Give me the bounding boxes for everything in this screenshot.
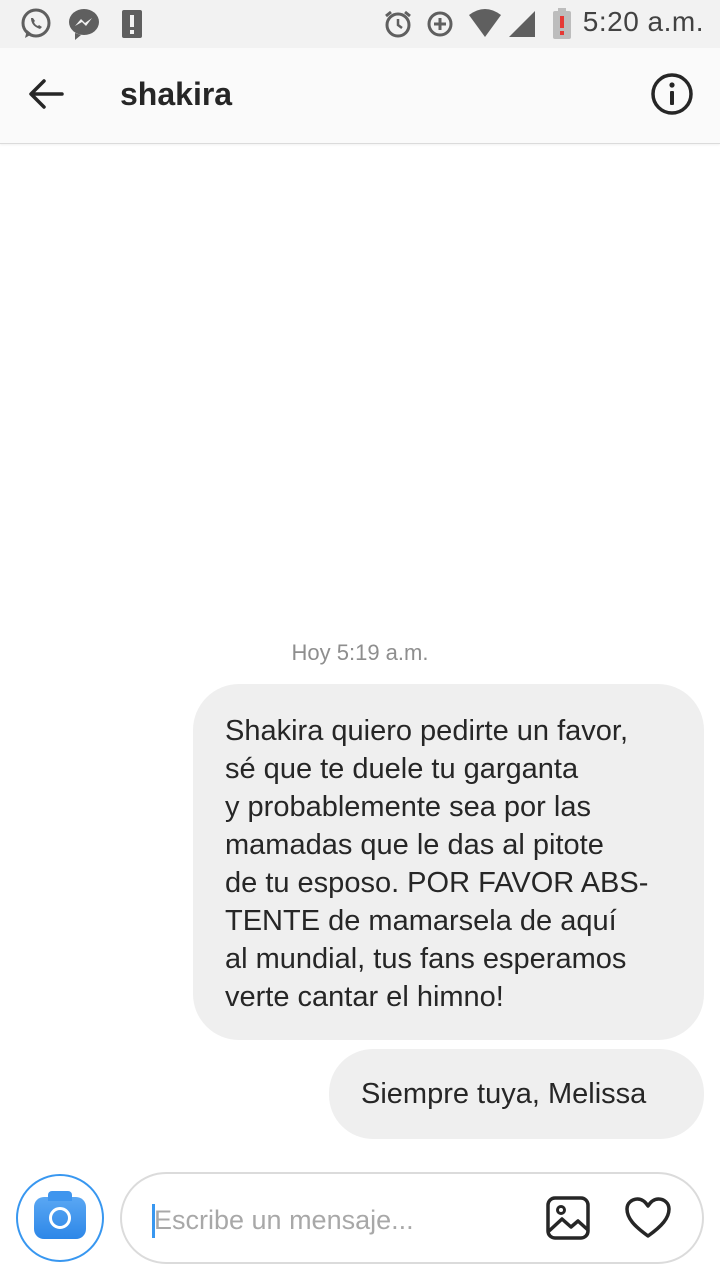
message-line: Shakira quiero pedirte un favor, [225, 715, 629, 747]
status-bar: 5:20 a.m. [0, 0, 720, 48]
message-bubble[interactable]: Shakira quiero pedirte un favor, sé que … [193, 684, 704, 1040]
chat-title[interactable]: shakira [120, 76, 232, 113]
message-line: verte cantar el himno! [225, 981, 504, 1013]
message-line: de tu esposo. POR FAVOR ABS- [225, 867, 649, 899]
arrow-left-icon [26, 74, 66, 118]
message-line: y probablemente sea por las [225, 791, 591, 823]
data-saver-icon [424, 8, 456, 40]
info-button[interactable] [644, 68, 700, 124]
message-text: Siempre tuya, Melissa [361, 1078, 647, 1110]
gallery-icon [545, 1195, 591, 1245]
message-line: mamadas que le das al pitote [225, 829, 604, 861]
message-timestamp: Hoy 5:19 a.m. [291, 640, 429, 665]
message-composer [120, 1172, 704, 1264]
alarm-icon [382, 8, 414, 40]
camera-button[interactable] [16, 1174, 104, 1262]
back-button[interactable] [18, 68, 74, 124]
wifi-icon [466, 8, 504, 40]
message-line: al mundial, tus fans esperamos [225, 943, 627, 975]
messenger-icon [66, 8, 102, 40]
message-input[interactable] [154, 1196, 524, 1244]
whatsapp-icon [18, 8, 54, 40]
like-button[interactable] [622, 1194, 674, 1246]
signal-icon [506, 8, 538, 40]
message-line: TENTE de mamarsela de aquí [225, 905, 617, 937]
info-icon [650, 72, 694, 120]
chat-header: shakira [0, 48, 720, 144]
battery-low-icon [550, 8, 574, 40]
message-bubble[interactable]: Siempre tuya, Melissa [329, 1049, 704, 1139]
status-time: 5:20 a.m. [582, 6, 704, 37]
camera-icon [34, 1191, 86, 1239]
message-line: sé que te duele tu garganta [225, 753, 579, 785]
gallery-button[interactable] [542, 1194, 594, 1246]
heart-icon [624, 1196, 672, 1244]
alert-icon [118, 8, 146, 40]
